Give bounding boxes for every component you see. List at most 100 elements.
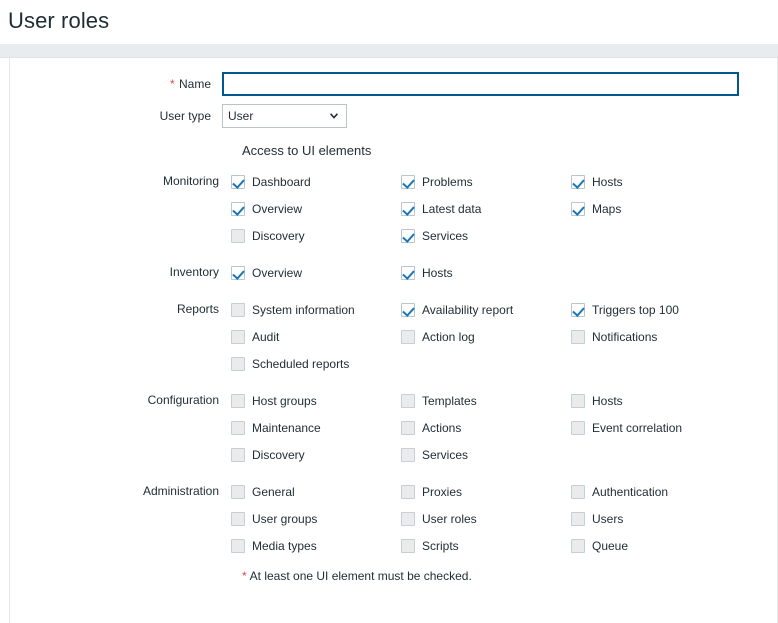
- checkbox-checked-icon[interactable]: [401, 174, 415, 189]
- checkbox-row[interactable]: User roles: [401, 505, 571, 532]
- checkbox-row[interactable]: Hosts: [401, 259, 571, 286]
- checkbox-unchecked-icon[interactable]: [401, 393, 415, 408]
- checkbox-unchecked-icon[interactable]: [401, 484, 415, 499]
- checkbox-row[interactable]: Notifications: [571, 323, 741, 350]
- checkbox-checked-icon[interactable]: [401, 265, 415, 280]
- checkbox-label: Actions: [422, 420, 462, 435]
- checkbox-unchecked-icon[interactable]: [571, 393, 585, 408]
- checkbox-unchecked-icon[interactable]: [231, 484, 245, 499]
- checkbox-label: Maintenance: [252, 420, 321, 435]
- footnote-text: At least one UI element must be checked.: [249, 569, 472, 583]
- checkbox-row[interactable]: Hosts: [571, 387, 741, 414]
- checkbox-row[interactable]: Dashboard: [231, 168, 401, 195]
- checkbox-checked-icon[interactable]: [571, 302, 585, 317]
- checkbox-row[interactable]: Proxies: [401, 478, 571, 505]
- checkbox-row[interactable]: Discovery: [231, 441, 401, 468]
- ui-group-label: Administration: [142, 484, 219, 498]
- checkbox-row[interactable]: User groups: [231, 505, 401, 532]
- checkbox-row[interactable]: Services: [401, 441, 571, 468]
- page-title: User roles: [8, 8, 110, 33]
- ui-group-column: Authentication Users Queue: [571, 478, 741, 559]
- checkbox-row[interactable]: Availability report: [401, 296, 571, 323]
- checkbox-checked-icon[interactable]: [401, 302, 415, 317]
- checkbox-checked-icon[interactable]: [231, 265, 245, 280]
- checkbox-row[interactable]: Templates: [401, 387, 571, 414]
- checkbox-unchecked-icon[interactable]: [571, 511, 585, 526]
- checkbox-unchecked-icon[interactable]: [231, 302, 245, 317]
- checkbox-row[interactable]: Maintenance: [231, 414, 401, 441]
- checkbox-checked-icon[interactable]: [401, 228, 415, 243]
- checkbox-unchecked-icon[interactable]: [401, 329, 415, 344]
- ui-group-monitoring: Monitoring Dashboard Overview Discovery Prob…: [10, 168, 777, 249]
- user-type-field-row: User type UserAdminSuper admin: [10, 104, 777, 128]
- checkbox-row[interactable]: Actions: [401, 414, 571, 441]
- ui-group-column: System information Audit Scheduled reports: [231, 296, 401, 377]
- checkbox-unchecked-icon[interactable]: [231, 511, 245, 526]
- user-type-field-control: UserAdminSuper admin: [222, 104, 777, 128]
- checkbox-row[interactable]: Authentication: [571, 478, 741, 505]
- checkbox-row[interactable]: Services: [401, 222, 571, 249]
- checkbox-row[interactable]: Scheduled reports: [231, 350, 401, 377]
- checkbox-unchecked-icon[interactable]: [401, 538, 415, 553]
- checkbox-label: Services: [422, 228, 469, 243]
- footnote: * At least one UI element must be checked…: [242, 569, 777, 583]
- footnote-required-marker-icon: *: [242, 569, 247, 583]
- ui-group-column: Triggers top 100 Notifications: [571, 296, 741, 377]
- checkbox-row[interactable]: Media types: [231, 532, 401, 559]
- checkbox-row[interactable]: Overview: [231, 259, 401, 286]
- checkbox-row[interactable]: Queue: [571, 532, 741, 559]
- ui-group-column: Proxies User roles Scripts: [401, 478, 571, 559]
- checkbox-unchecked-icon[interactable]: [231, 329, 245, 344]
- checkbox-row[interactable]: Problems: [401, 168, 571, 195]
- checkbox-label: Action log: [422, 329, 475, 344]
- checkbox-checked-icon[interactable]: [231, 174, 245, 189]
- checkbox-row[interactable]: System information: [231, 296, 401, 323]
- checkbox-label: Services: [422, 447, 469, 462]
- checkbox-label: Proxies: [422, 484, 463, 499]
- checkbox-unchecked-icon[interactable]: [231, 447, 245, 462]
- checkbox-unchecked-icon[interactable]: [571, 329, 585, 344]
- checkbox-row[interactable]: Maps: [571, 195, 741, 222]
- checkbox-row[interactable]: Latest data: [401, 195, 571, 222]
- checkbox-unchecked-icon[interactable]: [401, 447, 415, 462]
- checkbox-label: Notifications: [592, 329, 658, 344]
- checkbox-label: Templates: [422, 393, 477, 408]
- user-type-select-wrap: UserAdminSuper admin: [222, 104, 347, 128]
- checkbox-row[interactable]: Hosts: [571, 168, 741, 195]
- checkbox-label: Scheduled reports: [252, 356, 350, 371]
- checkbox-row[interactable]: Users: [571, 505, 741, 532]
- checkbox-row[interactable]: Triggers top 100: [571, 296, 741, 323]
- checkbox-row[interactable]: Overview: [231, 195, 401, 222]
- checkbox-row[interactable]: Event correlation: [571, 414, 741, 441]
- checkbox-row[interactable]: General: [231, 478, 401, 505]
- checkbox-unchecked-icon[interactable]: [571, 484, 585, 499]
- checkbox-row[interactable]: Scripts: [401, 532, 571, 559]
- ui-group-columns: System information Audit Scheduled reports…: [231, 296, 777, 377]
- checkbox-unchecked-icon[interactable]: [231, 420, 245, 435]
- ui-group-configuration: Configuration Host groups Maintenance Disco…: [10, 387, 777, 468]
- user-type-field-label: User type: [159, 109, 211, 123]
- checkbox-unchecked-icon[interactable]: [231, 356, 245, 371]
- checkbox-unchecked-icon[interactable]: [231, 538, 245, 553]
- checkbox-label: System information: [252, 302, 355, 317]
- checkbox-checked-icon[interactable]: [571, 201, 585, 216]
- checkbox-unchecked-icon[interactable]: [231, 228, 245, 243]
- checkbox-checked-icon[interactable]: [231, 201, 245, 216]
- checkbox-row[interactable]: Host groups: [231, 387, 401, 414]
- checkbox-checked-icon[interactable]: [401, 201, 415, 216]
- checkbox-unchecked-icon[interactable]: [401, 420, 415, 435]
- checkbox-label: Hosts: [592, 393, 623, 408]
- checkbox-checked-icon[interactable]: [571, 174, 585, 189]
- checkbox-row[interactable]: Audit: [231, 323, 401, 350]
- toolbar-band: [0, 44, 778, 58]
- access-section-heading: Access to UI elements: [242, 143, 372, 158]
- checkbox-row[interactable]: Discovery: [231, 222, 401, 249]
- checkbox-unchecked-icon[interactable]: [571, 420, 585, 435]
- name-input[interactable]: [222, 72, 739, 96]
- user-type-select[interactable]: UserAdminSuper admin: [222, 104, 347, 128]
- checkbox-unchecked-icon[interactable]: [231, 393, 245, 408]
- checkbox-unchecked-icon[interactable]: [571, 538, 585, 553]
- checkbox-unchecked-icon[interactable]: [401, 511, 415, 526]
- checkbox-row[interactable]: Action log: [401, 323, 571, 350]
- checkbox-label: Audit: [252, 329, 280, 344]
